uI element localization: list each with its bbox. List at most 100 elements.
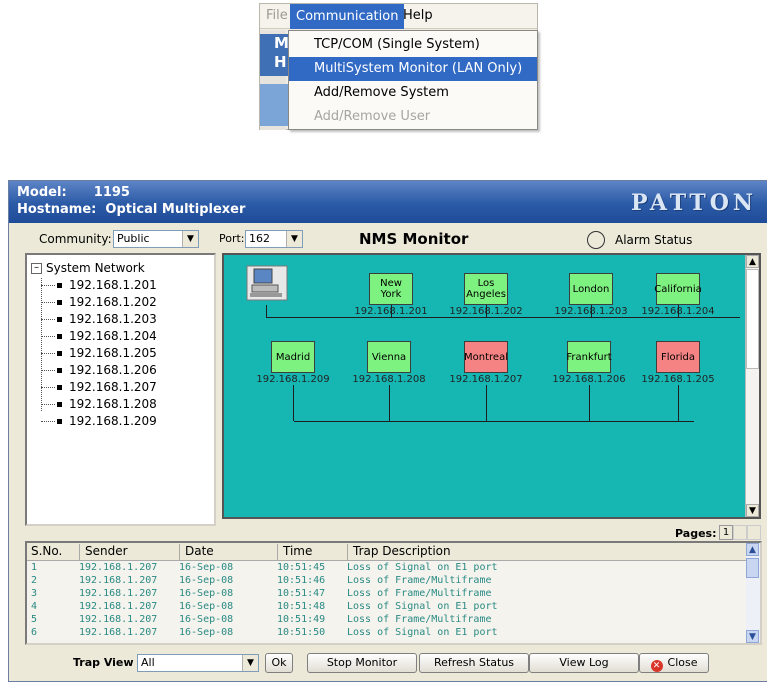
scroll-down-icon[interactable]: ▼ bbox=[746, 504, 759, 517]
scroll-thumb[interactable] bbox=[746, 269, 759, 369]
menu-file[interactable]: File bbox=[266, 8, 288, 23]
table-cell: Loss of Frame/Multiframe bbox=[347, 614, 492, 625]
table-cell: 1 bbox=[31, 562, 38, 573]
tree-item[interactable]: 192.168.1.201 bbox=[41, 277, 157, 294]
scroll-down-icon[interactable]: ▼ bbox=[746, 630, 759, 643]
network-node-florida[interactable]: Florida bbox=[656, 341, 700, 373]
menu-help[interactable]: Help bbox=[403, 8, 433, 23]
network-scrollbar[interactable]: ▲ ▼ bbox=[745, 255, 759, 517]
network-node-madrid[interactable]: Madrid bbox=[271, 341, 315, 373]
alarm-status-indicator-icon bbox=[587, 231, 605, 249]
table-cell: 4 bbox=[31, 601, 38, 612]
trap-scrollbar[interactable]: ▲ ▼ bbox=[746, 543, 760, 643]
tree-item[interactable]: 192.168.1.204 bbox=[41, 328, 157, 345]
tree-item[interactable]: 192.168.1.209 bbox=[41, 413, 157, 430]
connection-line bbox=[678, 305, 679, 317]
bus-line bbox=[294, 421, 694, 422]
table-row[interactable]: 6 192.168.1.207 16-Sep-08 10:51:50 Loss of S… bbox=[27, 627, 749, 640]
trap-view-select[interactable]: All ▼ bbox=[137, 654, 259, 672]
node-ip-label: 192.168.1.205 bbox=[641, 374, 715, 385]
tree-item[interactable]: 192.168.1.206 bbox=[41, 362, 157, 379]
tree-item[interactable]: 192.168.1.203 bbox=[41, 311, 157, 328]
table-cell: 10:51:47 bbox=[277, 588, 326, 599]
model-label: Model: 1195 bbox=[17, 185, 130, 200]
column-header[interactable]: Time bbox=[277, 544, 312, 560]
column-header[interactable]: Date bbox=[179, 544, 214, 560]
communication-dropdown: TCP/COM (Single System) MultiSystem Moni… bbox=[288, 30, 538, 130]
page-button bbox=[747, 525, 761, 540]
community-select[interactable]: Public ▼ bbox=[113, 230, 199, 248]
table-cell: 16-Sep-08 bbox=[179, 614, 234, 625]
title-bar: Model: 1195 Hostname: Optical Multiplexe… bbox=[9, 181, 767, 223]
network-node-los-angeles[interactable]: Los Angeles bbox=[464, 273, 508, 305]
bus-line bbox=[266, 317, 740, 318]
page-button-1[interactable]: 1 bbox=[719, 525, 733, 540]
table-cell: Loss of Signal on E1 port bbox=[347, 601, 498, 612]
tree-root[interactable]: – System Network bbox=[31, 261, 145, 275]
close-icon: ✕ bbox=[650, 660, 663, 672]
table-cell: Loss of Signal on E1 port bbox=[347, 562, 498, 573]
scroll-thumb[interactable] bbox=[746, 558, 759, 578]
community-label: Community: bbox=[39, 232, 112, 246]
table-row[interactable]: 4 192.168.1.207 16-Sep-08 10:51:48 Loss of S… bbox=[27, 601, 749, 614]
column-header[interactable]: Trap Description bbox=[347, 544, 451, 560]
connection-line bbox=[486, 305, 487, 317]
network-node-vienna[interactable]: Vienna bbox=[367, 341, 411, 373]
menu-item-add-remove-user: Add/Remove User bbox=[314, 109, 431, 124]
table-cell: 10:51:48 bbox=[277, 601, 326, 612]
pages-label: Pages: bbox=[675, 527, 717, 540]
menu-item-multisystem-monitor[interactable]: MultiSystem Monitor (LAN Only) bbox=[289, 57, 537, 81]
table-cell: 192.168.1.207 bbox=[79, 575, 158, 586]
table-row[interactable]: 1 192.168.1.207 16-Sep-08 10:51:45 Loss of S… bbox=[27, 562, 749, 575]
table-cell: 192.168.1.207 bbox=[79, 588, 158, 599]
system-network-tree[interactable]: – System Network 192.168.1.201 192.168.1.… bbox=[25, 253, 216, 526]
collapse-icon[interactable]: – bbox=[31, 263, 42, 274]
tree-item[interactable]: 192.168.1.205 bbox=[41, 345, 157, 362]
table-row[interactable]: 5 192.168.1.207 16-Sep-08 10:51:49 Loss of F… bbox=[27, 614, 749, 627]
table-cell: 10:51:50 bbox=[277, 627, 326, 638]
menu-item-tcp-com[interactable]: TCP/COM (Single System) bbox=[289, 33, 537, 57]
connection-line bbox=[591, 305, 592, 317]
ok-button[interactable]: Ok bbox=[265, 653, 293, 673]
tree-item[interactable]: 192.168.1.202 bbox=[41, 294, 157, 311]
table-cell: 16-Sep-08 bbox=[179, 627, 234, 638]
table-cell: 16-Sep-08 bbox=[179, 588, 234, 599]
network-node-new-york[interactable]: New York bbox=[369, 273, 413, 305]
table-row[interactable]: 2 192.168.1.207 16-Sep-08 10:51:46 Loss of F… bbox=[27, 575, 749, 588]
trap-table-header: S.No. Sender Date Time Trap Description bbox=[27, 543, 749, 561]
refresh-status-button[interactable]: Refresh Status bbox=[419, 653, 529, 673]
stop-monitor-button[interactable]: Stop Monitor bbox=[307, 653, 417, 673]
network-node-montreal[interactable]: Montreal bbox=[464, 341, 508, 373]
table-cell: 16-Sep-08 bbox=[179, 601, 234, 612]
menu-communication[interactable]: Communication bbox=[290, 4, 405, 29]
table-cell: 192.168.1.207 bbox=[79, 627, 158, 638]
page-button bbox=[733, 525, 747, 540]
background-panel-fragment bbox=[260, 84, 288, 126]
port-label: Port: bbox=[219, 232, 245, 245]
table-cell: 16-Sep-08 bbox=[179, 575, 234, 586]
page-title: NMS Monitor bbox=[359, 230, 469, 248]
scroll-up-icon[interactable]: ▲ bbox=[746, 255, 759, 268]
column-header[interactable]: S.No. bbox=[31, 544, 62, 560]
menubar: File Communication Help bbox=[260, 4, 537, 29]
tree-item[interactable]: 192.168.1.208 bbox=[41, 396, 157, 413]
column-header[interactable]: Sender bbox=[79, 544, 128, 560]
network-node-california[interactable]: California bbox=[654, 273, 702, 305]
background-title-fragment: MH bbox=[260, 34, 289, 76]
network-node-london[interactable]: London bbox=[569, 273, 613, 305]
table-row[interactable]: 3 192.168.1.207 16-Sep-08 10:51:47 Loss of F… bbox=[27, 588, 749, 601]
tree-item[interactable]: 192.168.1.207 bbox=[41, 379, 157, 396]
port-select[interactable]: 162 ▼ bbox=[245, 230, 303, 248]
view-log-button[interactable]: View Log bbox=[529, 653, 639, 673]
connection-line bbox=[391, 305, 392, 317]
connection-line bbox=[589, 385, 590, 421]
chevron-down-icon: ▼ bbox=[242, 655, 258, 671]
network-node-frankfurt[interactable]: Frankfurt bbox=[566, 341, 612, 373]
table-cell: 10:51:45 bbox=[277, 562, 326, 573]
menu-item-add-remove-system[interactable]: Add/Remove System bbox=[289, 81, 537, 105]
scroll-up-icon[interactable]: ▲ bbox=[746, 543, 759, 556]
close-button[interactable]: ✕ Close bbox=[639, 653, 709, 673]
connection-line bbox=[266, 305, 267, 317]
network-map: New York192.168.1.201Los Angeles192.168.… bbox=[222, 253, 761, 519]
chevron-down-icon: ▼ bbox=[182, 231, 198, 247]
